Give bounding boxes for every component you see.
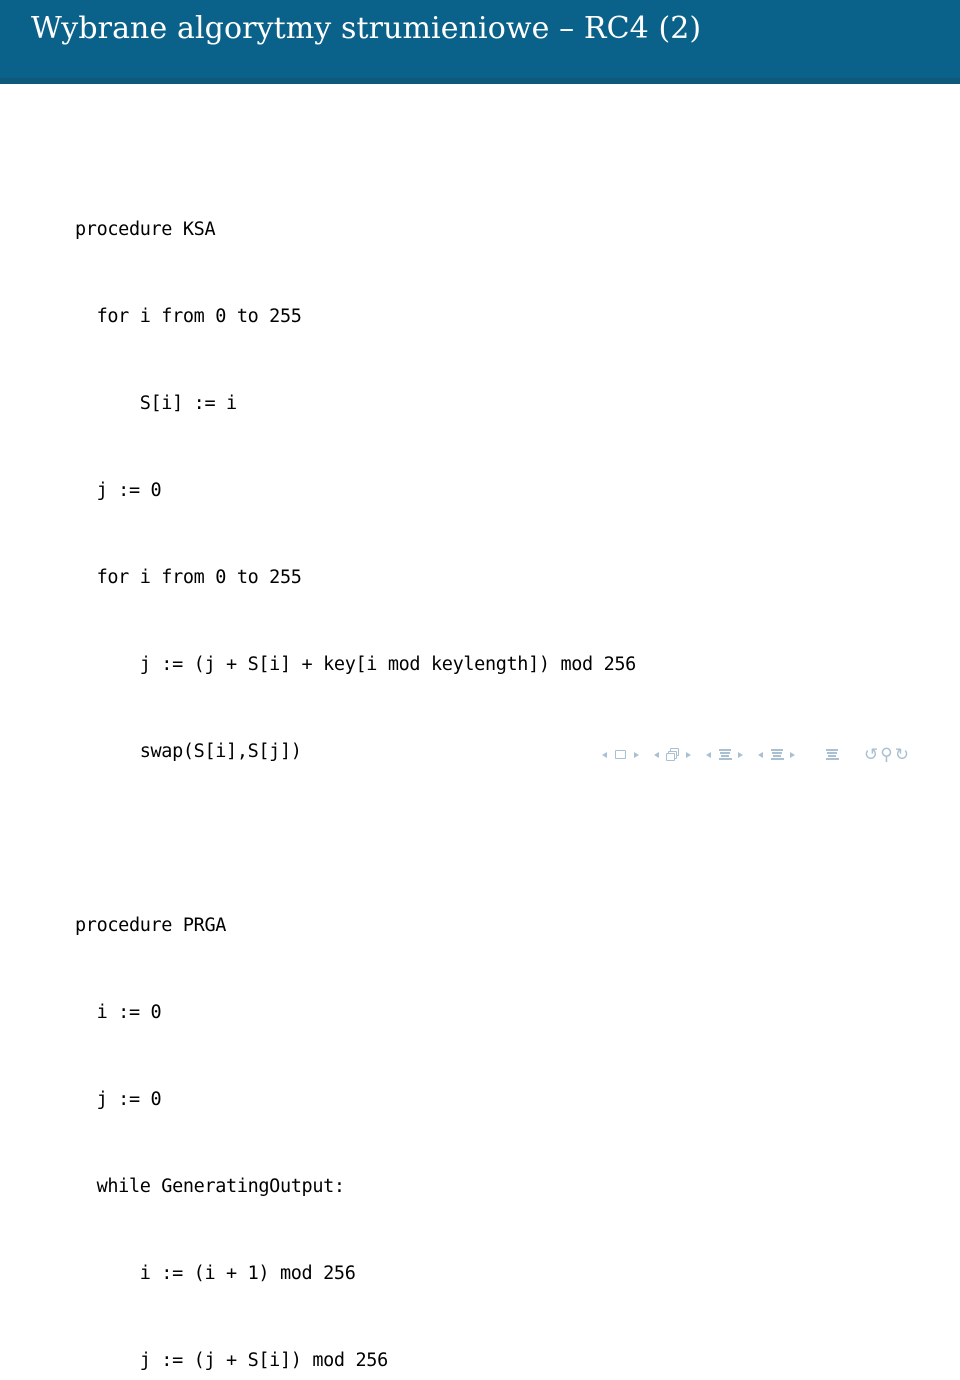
code-line: S[i] := i	[75, 393, 237, 414]
code-line: swap(S[i],S[j])	[75, 741, 302, 762]
next-section-icon[interactable]	[787, 748, 798, 762]
subsection-bars-icon[interactable]	[716, 747, 734, 763]
code-line: i := (i + 1) mod 256	[75, 1263, 356, 1284]
slide-body: procedure KSA for i from 0 to 255 S[i] :…	[0, 84, 960, 1371]
pseudocode-block: procedure KSA for i from 0 to 255 S[i] :…	[75, 157, 636, 1380]
beamer-navigation-bar[interactable]: ↺ ⚲ ↻	[600, 742, 950, 768]
back-icon[interactable]: ↺	[864, 746, 878, 764]
next-frame-icon[interactable]	[631, 748, 642, 762]
code-line: for i from 0 to 255	[75, 306, 302, 327]
prev-subsection-icon[interactable]	[704, 748, 715, 762]
code-line: procedure PRGA	[75, 915, 227, 936]
nav-group-subsection-frames[interactable]	[652, 747, 694, 763]
code-line: while GeneratingOutput:	[75, 1176, 345, 1197]
code-line: j := (j + S[i] + key[i mod keylength]) m…	[75, 654, 637, 675]
next-subsection-frames-icon[interactable]	[683, 748, 694, 762]
prev-subsection-frames-icon[interactable]	[652, 748, 663, 762]
nav-group-frame[interactable]	[600, 747, 642, 763]
slide-header: Wybrane algorytmy strumieniowe – RC4 (2)	[0, 0, 960, 78]
single-frame-icon[interactable]	[612, 747, 630, 763]
table-of-contents-icon[interactable]	[823, 747, 841, 763]
code-line: procedure KSA	[75, 219, 216, 240]
prev-section-icon[interactable]	[756, 748, 767, 762]
code-line: j := (j + S[i]) mod 256	[75, 1350, 388, 1371]
section-bars-icon[interactable]	[768, 747, 786, 763]
nav-tools[interactable]: ↺ ⚲ ↻	[864, 746, 909, 764]
nav-group-toc[interactable]	[822, 747, 842, 763]
stacked-frames-icon[interactable]	[664, 747, 682, 763]
code-line: j := 0	[75, 1089, 162, 1110]
forward-icon[interactable]: ↻	[895, 746, 909, 764]
page-title: Wybrane algorytmy strumieniowe – RC4 (2)	[31, 11, 702, 46]
code-line: j := 0	[75, 480, 162, 501]
next-subsection-icon[interactable]	[735, 748, 746, 762]
prev-frame-icon[interactable]	[600, 748, 611, 762]
code-line: i := 0	[75, 1002, 162, 1023]
nav-group-subsection[interactable]	[704, 747, 746, 763]
search-icon[interactable]: ⚲	[880, 746, 892, 764]
code-line: for i from 0 to 255	[75, 567, 302, 588]
nav-group-section[interactable]	[756, 747, 798, 763]
